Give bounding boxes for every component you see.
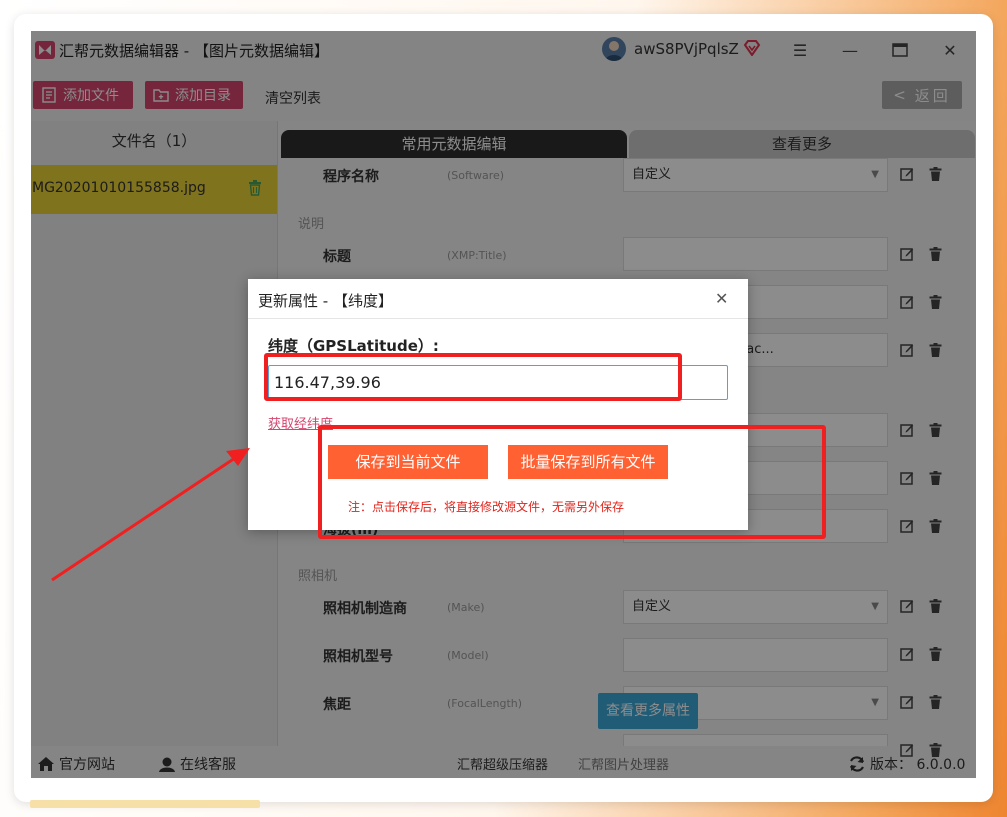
annotation-arrow-icon: [51, 448, 250, 582]
